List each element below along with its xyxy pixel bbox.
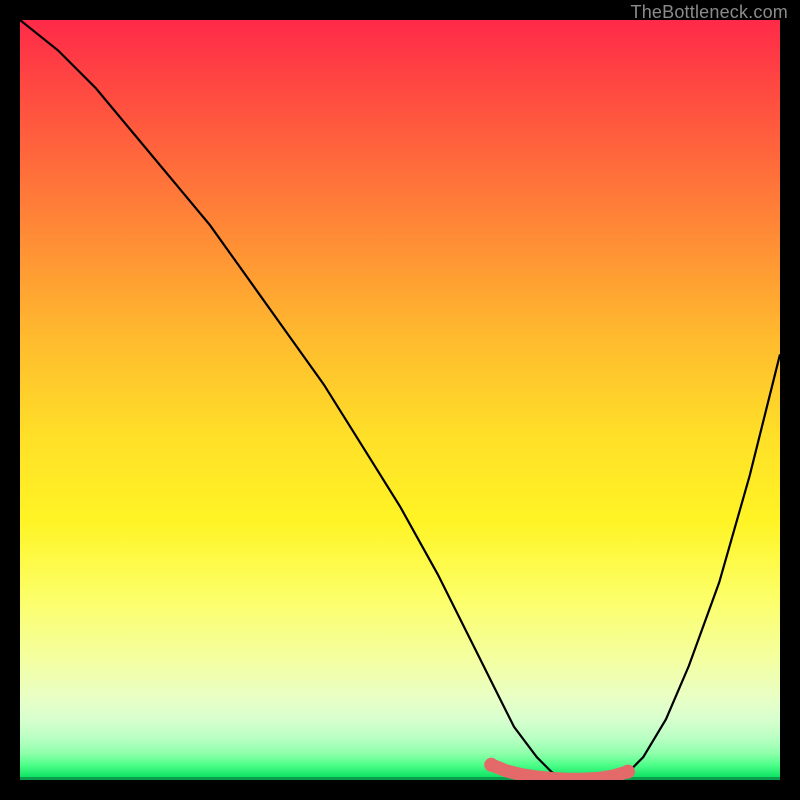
marker-bead xyxy=(484,758,498,772)
chart-curve-layer xyxy=(20,20,780,780)
attribution-text: TheBottleneck.com xyxy=(631,2,788,23)
marker-bead xyxy=(621,765,635,779)
bottleneck-curve xyxy=(20,20,780,780)
marker-bead xyxy=(500,765,512,777)
optimal-range-marker xyxy=(484,758,635,780)
